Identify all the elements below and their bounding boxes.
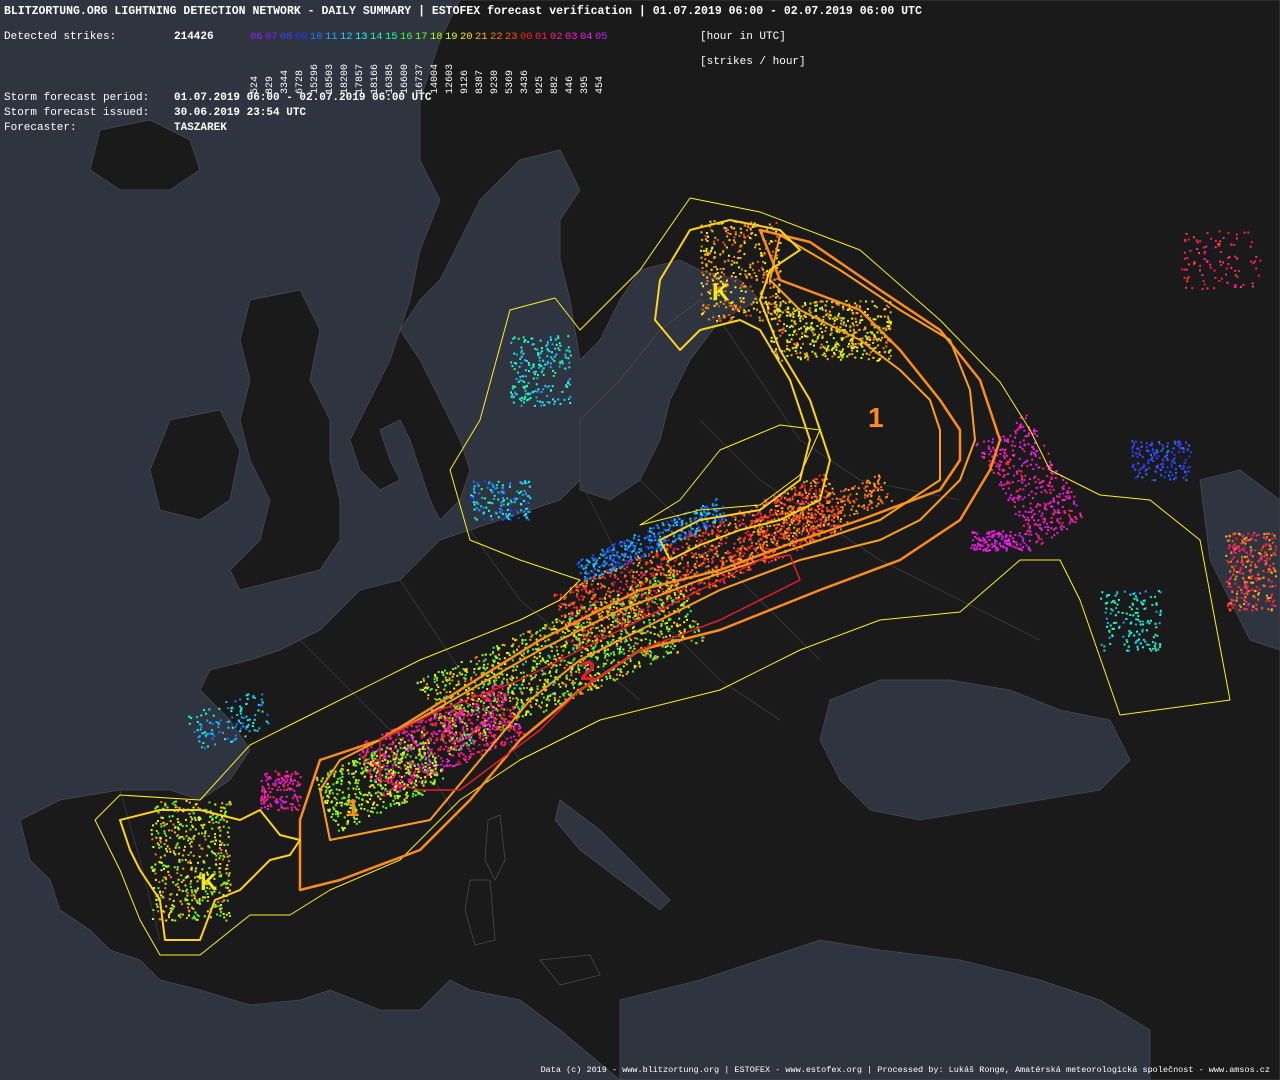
level2-label: 2 — [580, 655, 596, 686]
hour-label: 19 — [445, 31, 458, 43]
hour-unit-label: [hour in UTC] — [700, 31, 786, 43]
hour-label: 09 — [295, 31, 308, 43]
hour-label: 14 — [370, 31, 383, 43]
level1-label-east: 1 — [868, 402, 884, 433]
hour-label: 18 — [430, 31, 443, 43]
hour-label: 23 — [505, 31, 518, 43]
hour-count: 395 — [580, 75, 591, 94]
hour-label: 16 — [400, 31, 413, 43]
hour-label: 06 — [250, 31, 263, 43]
hour-count: 9230 — [490, 69, 501, 94]
hour-count: 6728 — [295, 69, 306, 94]
europe-map: 1 2 1 K K — [0, 0, 1280, 1080]
hour-count: 16385 — [385, 63, 396, 94]
forecaster-label: Forecaster: — [4, 122, 77, 134]
hour-count: 9126 — [460, 69, 471, 94]
credits-footer: Data (c) 2019 - www.blitzortung.org | ES… — [540, 1065, 1270, 1075]
hour-label: 08 — [280, 31, 293, 43]
detected-strikes-label: Detected strikes: — [4, 31, 117, 43]
hour-count: 18503 — [325, 63, 336, 94]
hour-label: 21 — [475, 31, 488, 43]
hour-count: 18166 — [370, 63, 381, 94]
hour-label: 00 — [520, 31, 533, 43]
hour-label: 13 — [355, 31, 368, 43]
hour-count: 5369 — [505, 69, 516, 94]
hour-label: 15 — [385, 31, 398, 43]
hour-label: 20 — [460, 31, 473, 43]
page-title: BLITZORTUNG.ORG LIGHTNING DETECTION NETW… — [4, 5, 922, 18]
forecast-period-value: 01.07.2019 06:00 - 02.07.2019 06:00 UTC — [174, 92, 432, 104]
rate-unit-label: [strikes / hour] — [700, 56, 806, 68]
detected-strikes-value: 214426 — [174, 31, 214, 43]
hour-count: 16600 — [400, 63, 411, 94]
hour-label: 04 — [580, 31, 593, 43]
hour-count: 524 — [250, 75, 261, 94]
hour-count: 18200 — [340, 63, 351, 94]
forecast-period-label: Storm forecast period: — [4, 92, 150, 104]
hour-count: 446 — [565, 75, 576, 94]
hour-count: 17857 — [355, 63, 366, 94]
hour-label: 11 — [325, 31, 338, 43]
hour-label: 17 — [415, 31, 428, 43]
hour-count: 882 — [550, 75, 561, 94]
hour-label: 07 — [265, 31, 278, 43]
hour-label: 01 — [535, 31, 548, 43]
hour-count: 8387 — [475, 69, 486, 94]
hour-legend: 06 07 08 09 10 11 12 13 14 15 16 17 18 19 20 21 22 23 00 01… — [250, 31, 610, 43]
hour-count: 3344 — [280, 69, 291, 94]
forecast-issued-value: 30.06.2019 23:54 UTC — [174, 107, 307, 119]
hour-label: 10 — [310, 31, 323, 43]
hour-count: 14004 — [430, 63, 441, 94]
hour-count: 454 — [595, 75, 606, 94]
hour-count: 15296 — [310, 63, 321, 94]
level1-label-west: 1 — [346, 795, 359, 822]
k-label-north: K — [712, 279, 730, 306]
hour-count: 925 — [535, 75, 546, 94]
hour-count: 16737 — [415, 63, 426, 94]
hour-count: 3436 — [520, 69, 531, 94]
forecast-issued-label: Storm forecast issued: — [4, 107, 150, 119]
k-label-spain: K — [200, 869, 218, 896]
hour-count: 12603 — [445, 63, 456, 94]
hour-label: 02 — [550, 31, 563, 43]
hour-label: 12 — [340, 31, 353, 43]
hour-label: 22 — [490, 31, 503, 43]
hour-label: 05 — [595, 31, 608, 43]
hour-label: 03 — [565, 31, 578, 43]
forecaster-value: TASZAREK — [174, 122, 227, 134]
hour-count: 829 — [265, 75, 276, 94]
